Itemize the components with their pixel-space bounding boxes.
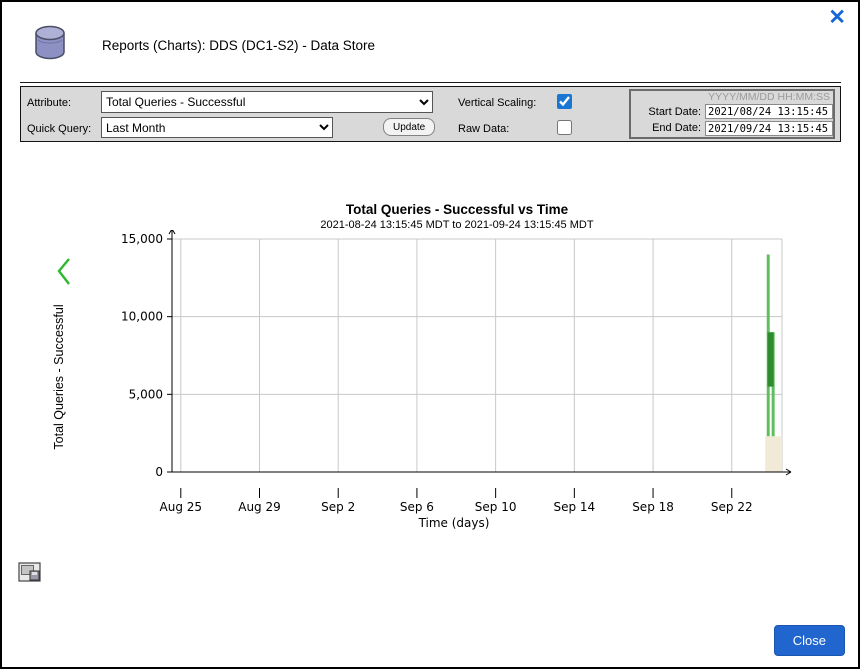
start-date-label: Start Date: bbox=[631, 106, 701, 118]
end-date-input[interactable] bbox=[705, 121, 833, 136]
line-series-icon bbox=[54, 256, 76, 288]
attribute-select[interactable]: Total Queries - Successful bbox=[101, 91, 433, 113]
chart-plot: 0 5,000 10,000 15,000 Aug 25 Aug 29 Sep 2 Sep 6… bbox=[92, 230, 802, 535]
vertical-scaling-label: Vertical Scaling: bbox=[458, 97, 536, 109]
svg-text:Aug 25: Aug 25 bbox=[160, 500, 203, 514]
svg-text:Sep 10: Sep 10 bbox=[475, 500, 517, 514]
save-chart-button[interactable] bbox=[18, 559, 44, 585]
update-button[interactable]: Update bbox=[383, 118, 435, 136]
date-range-box: YYYY/MM/DD HH:MM:SS Start Date: End Date… bbox=[629, 89, 835, 139]
end-date-label: End Date: bbox=[631, 122, 701, 134]
attribute-label: Attribute: bbox=[27, 97, 71, 109]
reports-chart-dialog: Reports (Charts): DDS (DC1-S2) - Data St… bbox=[0, 0, 860, 669]
svg-text:Sep 18: Sep 18 bbox=[632, 500, 674, 514]
svg-text:5,000: 5,000 bbox=[129, 387, 163, 401]
close-icon[interactable]: ✕ bbox=[828, 7, 846, 28]
toolbar: Attribute: Total Queries - Successful Qu… bbox=[20, 86, 841, 142]
svg-text:0: 0 bbox=[155, 465, 163, 479]
start-date-input[interactable] bbox=[705, 104, 833, 119]
data-store-icon bbox=[30, 25, 70, 61]
dialog-title: Reports (Charts): DDS (DC1-S2) - Data St… bbox=[102, 38, 375, 53]
svg-text:10,000: 10,000 bbox=[121, 310, 163, 324]
svg-text:Sep 22: Sep 22 bbox=[711, 500, 753, 514]
y-axis-label: Total Queries - Successful bbox=[52, 304, 66, 449]
svg-text:Sep 14: Sep 14 bbox=[553, 500, 595, 514]
header-divider bbox=[20, 82, 841, 83]
svg-text:Time (days): Time (days) bbox=[418, 516, 490, 530]
svg-text:Sep 2: Sep 2 bbox=[321, 500, 355, 514]
quick-query-label: Quick Query: bbox=[27, 123, 91, 135]
vertical-scaling-checkbox[interactable] bbox=[557, 94, 572, 109]
svg-text:Sep 6: Sep 6 bbox=[400, 500, 434, 514]
raw-data-checkbox[interactable] bbox=[557, 120, 572, 135]
svg-text:15,000: 15,000 bbox=[121, 232, 163, 246]
raw-data-label: Raw Data: bbox=[458, 123, 509, 135]
svg-text:Aug 29: Aug 29 bbox=[238, 500, 281, 514]
chart-title: Total Queries - Successful vs Time bbox=[122, 202, 792, 217]
quick-query-select[interactable]: Last Month bbox=[101, 117, 333, 138]
close-button[interactable]: Close bbox=[774, 625, 845, 656]
date-format-hint: YYYY/MM/DD HH:MM:SS bbox=[708, 91, 830, 103]
